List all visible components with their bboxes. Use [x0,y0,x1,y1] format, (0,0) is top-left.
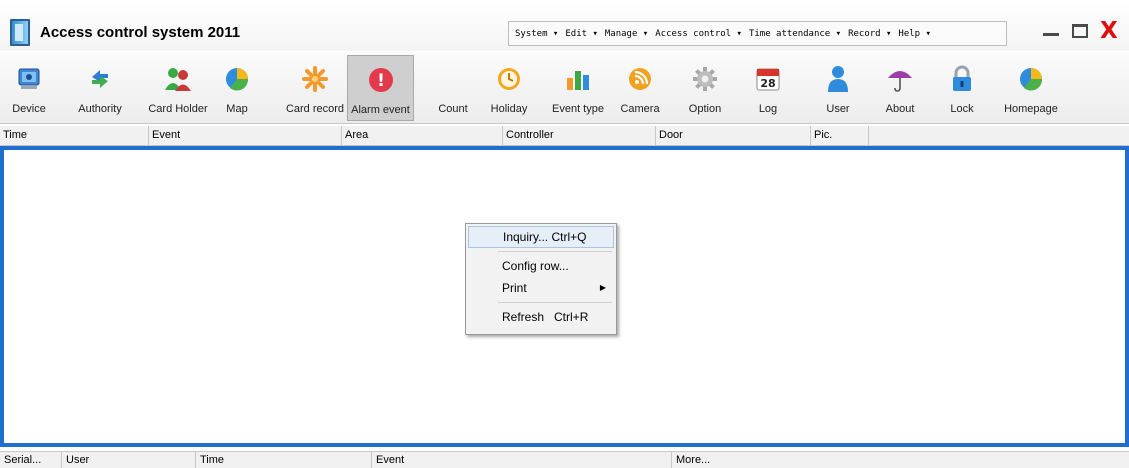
toolbar-homepage-button[interactable]: Homepage [1000,55,1062,121]
column-header-time[interactable]: Time [196,452,372,468]
menu-item-label: Inquiry... Ctrl+Q [503,230,587,244]
menu-time-attendance[interactable]: Time attendance ▾ [749,29,841,39]
toolbar-label: Count [438,103,468,115]
submenu-arrow-icon: ▶ [599,283,606,292]
main-toolbar: Device Authority Card Holder Map Card re… [0,52,1129,124]
column-header-controller[interactable]: Controller [503,126,656,146]
app-title: Access control system 2011 [40,24,241,41]
menu-help[interactable]: Help ▾ [898,29,931,39]
menu-item-inquiry[interactable]: Inquiry... Ctrl+Q [468,226,614,248]
alarm-icon: ! [366,65,396,95]
toolbar-camera-button[interactable]: Camera [616,55,664,121]
toolbar-map-button[interactable]: Map [216,55,258,121]
column-header-pic[interactable]: Pic. [811,126,869,146]
user-table-header: Serial... User Time Event More... [0,451,1129,468]
toolbar-event-type-button[interactable]: Event type [542,55,614,121]
toolbar-lock-button[interactable]: Lock [945,55,979,121]
toolbar-device-button[interactable]: Device [4,55,54,121]
menu-item-config-row[interactable]: Config row... [468,255,614,277]
app-door-icon [10,19,30,46]
column-header-more[interactable]: More... [672,452,1129,468]
toolbar-count-button[interactable]: Count [428,55,478,121]
count-icon [438,64,468,94]
toolbar-label: Homepage [1004,103,1058,115]
column-header-event[interactable]: Event [372,452,672,468]
toolbar-about-button[interactable]: About [878,55,922,121]
close-button[interactable]: X [1100,18,1118,44]
card-record-icon [300,64,330,94]
calendar-icon: 28 [753,64,783,94]
menu-separator [498,302,612,303]
user-icon [823,64,853,94]
toolbar-label: Camera [620,103,660,115]
menu-item-label: Refresh Ctrl+R [502,310,589,324]
menu-system[interactable]: System ▾ [515,29,558,39]
gear-icon [690,64,720,94]
title-bar: Access control system 2011 System ▾ Edit… [0,0,1129,51]
toolbar-authority-button[interactable]: Authority [56,55,144,121]
menu-edit[interactable]: Edit ▾ [565,29,598,39]
event-table-header: Time Event Area Controller Door Pic. [0,126,1129,146]
map-icon [222,64,252,94]
lock-icon [947,64,977,94]
bar-chart-icon [563,64,593,94]
menu-item-print[interactable]: Print ▶ [468,277,614,299]
authority-icon [85,64,115,94]
toolbar-card-record-button[interactable]: Card record [284,55,346,121]
toolbar-label: User [826,103,850,115]
minimize-button[interactable] [1043,33,1059,36]
menu-bar: System ▾ Edit ▾ Manage ▾ Access control … [508,21,1007,46]
umbrella-icon [885,64,915,94]
toolbar-label: Option [688,103,722,115]
column-header-serial[interactable]: Serial... [0,452,62,468]
toolbar-label: Lock [950,103,974,115]
toolbar-label: About [885,103,915,115]
clock-icon [494,64,524,94]
column-header-user[interactable]: User [62,452,196,468]
menu-manage[interactable]: Manage ▾ [605,29,648,39]
svg-text:28: 28 [760,77,775,90]
toolbar-label: Holiday [490,103,528,115]
context-menu: Inquiry... Ctrl+Q Config row... Print ▶ … [465,223,617,335]
menu-item-label: Config row... [502,259,569,273]
column-header-area[interactable]: Area [342,126,503,146]
toolbar-label: Authority [78,103,122,115]
maximize-button[interactable] [1072,24,1088,38]
toolbar-option-button[interactable]: Option [684,55,726,121]
homepage-icon [1016,64,1046,94]
column-header-door[interactable]: Door [656,126,811,146]
toolbar-label: Map [226,103,248,115]
card-holder-icon [163,64,193,94]
menu-record[interactable]: Record ▾ [848,29,891,39]
svg-text:!: ! [377,71,385,91]
column-header-time[interactable]: Time [0,126,149,146]
device-icon [14,64,44,94]
toolbar-label: Card Holder [148,103,208,115]
toolbar-label: Card record [285,103,345,115]
toolbar-user-button[interactable]: User [820,55,856,121]
toolbar-label: Log [758,103,778,115]
column-header-event[interactable]: Event [149,126,342,146]
toolbar-log-button[interactable]: 28 Log [750,55,786,121]
toolbar-label: Device [12,103,46,115]
camera-icon [625,64,655,94]
toolbar-holiday-button[interactable]: Holiday [488,55,530,121]
menu-item-refresh[interactable]: Refresh Ctrl+R [468,306,614,328]
menu-item-label: Print [502,281,527,295]
toolbar-card-holder-button[interactable]: Card Holder [146,55,210,121]
menu-separator [498,251,612,252]
toolbar-alarm-event-button[interactable]: ! Alarm event [347,55,414,121]
toolbar-label: Alarm event [351,104,410,116]
menu-access-control[interactable]: Access control ▾ [655,29,742,39]
toolbar-label: Event type [552,103,604,115]
